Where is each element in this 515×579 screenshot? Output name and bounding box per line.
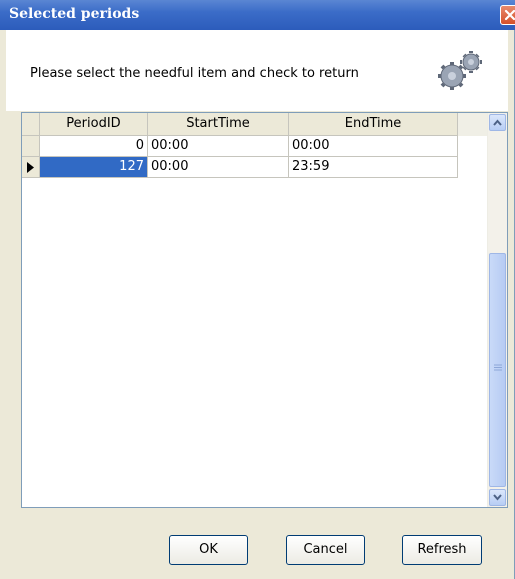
scroll-down-icon	[493, 494, 502, 501]
column-header-starttime[interactable]: StartTime	[148, 113, 289, 136]
row-indicator-icon	[27, 162, 34, 173]
instruction-text: Please select the needful item and check…	[30, 66, 359, 81]
scroll-thumb[interactable]	[489, 253, 506, 487]
cell-starttime[interactable]: 00:00	[148, 136, 289, 157]
vertical-scrollbar[interactable]	[487, 113, 507, 507]
cancel-button[interactable]: Cancel	[286, 535, 365, 565]
cell-endtime[interactable]: 23:59	[289, 157, 458, 178]
refresh-button[interactable]: Refresh	[402, 535, 482, 565]
cell-periodid[interactable]: 127	[40, 157, 148, 178]
close-button[interactable]	[500, 5, 515, 25]
row-header-corner	[22, 113, 40, 136]
grip-icon	[494, 364, 502, 371]
cell-endtime[interactable]: 00:00	[289, 136, 458, 157]
header-panel: Please select the needful item and check…	[6, 30, 508, 111]
scroll-down-button[interactable]	[489, 489, 506, 506]
scroll-up-icon	[493, 119, 502, 126]
close-icon	[504, 9, 515, 21]
column-header-periodid[interactable]: PeriodID	[40, 113, 148, 136]
title-bar[interactable]: Selected periods	[0, 0, 515, 30]
cell-starttime[interactable]: 00:00	[148, 157, 289, 178]
row-header[interactable]	[22, 157, 40, 178]
ok-button[interactable]: OK	[169, 535, 248, 565]
dialog-window: Selected periods Please select the needf…	[0, 0, 515, 579]
gears-icon	[438, 51, 482, 90]
cell-periodid[interactable]: 0	[40, 136, 148, 157]
period-grid[interactable]: PeriodID StartTime EndTime 0 00:00 00:00…	[21, 112, 508, 508]
scroll-up-button[interactable]	[489, 114, 506, 131]
row-header[interactable]	[22, 136, 40, 157]
grid-header: PeriodID StartTime EndTime	[22, 113, 487, 136]
window-title: Selected periods	[9, 6, 140, 22]
column-header-endtime[interactable]: EndTime	[289, 113, 458, 136]
